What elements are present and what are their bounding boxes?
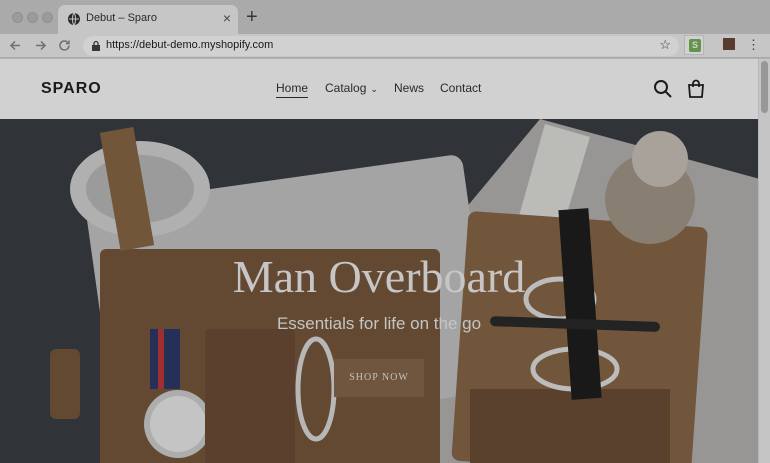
nav-item-contact[interactable]: Contact (440, 81, 481, 95)
shop-now-button[interactable]: SHOP NOW (334, 359, 424, 397)
browser-menu-icon[interactable]: ⋮ (747, 36, 760, 54)
close-tab-icon[interactable]: × (223, 10, 231, 26)
maximize-window-button[interactable] (42, 12, 53, 23)
tab-title: Debut – Sparo (86, 12, 157, 24)
site-logo[interactable]: SPARO (41, 80, 102, 98)
search-icon[interactable] (653, 79, 673, 99)
hero-title: Man Overboard (232, 251, 526, 302)
site-header: SPARO Home Catalog ⌄ News Contact (0, 59, 758, 119)
lock-icon (92, 40, 100, 51)
tab-strip: Debut – Sparo × + (0, 0, 770, 34)
extension-icon[interactable] (720, 36, 738, 54)
close-window-button[interactable] (12, 12, 23, 23)
nav-item-news[interactable]: News (394, 81, 424, 95)
url-text: https://debut-demo.myshopify.com (106, 39, 274, 51)
chevron-down-icon: ⌄ (370, 84, 378, 94)
hero-subtitle: Essentials for life on the go (276, 314, 482, 333)
address-bar[interactable]: https://debut-demo.myshopify.com ☆ (83, 36, 679, 56)
page-scrollbar[interactable] (758, 59, 770, 463)
minimize-window-button[interactable] (27, 12, 38, 23)
browser-window: Debut – Sparo × + https://debut-demo.mys… (0, 0, 770, 463)
browser-toolbar: https://debut-demo.myshopify.com ☆ S ⋮ (0, 34, 770, 58)
globe-icon (68, 12, 80, 26)
shopify-extension-icon[interactable]: S (684, 35, 704, 55)
scrollbar-thumb[interactable] (761, 61, 768, 113)
nav-item-catalog[interactable]: Catalog ⌄ (325, 81, 378, 95)
nav-item-home[interactable]: Home (276, 81, 309, 98)
browser-tab[interactable]: Debut – Sparo × (58, 5, 238, 34)
page-viewport: SPARO Home Catalog ⌄ News Contact Man Ov… (0, 59, 770, 463)
bookmark-star-icon[interactable]: ☆ (659, 37, 671, 53)
reload-icon[interactable] (58, 39, 71, 52)
new-tab-button[interactable]: + (246, 6, 258, 28)
cart-icon[interactable] (686, 79, 706, 99)
forward-arrow-icon[interactable] (34, 39, 47, 52)
hero-banner: Man Overboard Essentials for life on the… (0, 119, 758, 463)
back-arrow-icon[interactable] (9, 39, 22, 52)
